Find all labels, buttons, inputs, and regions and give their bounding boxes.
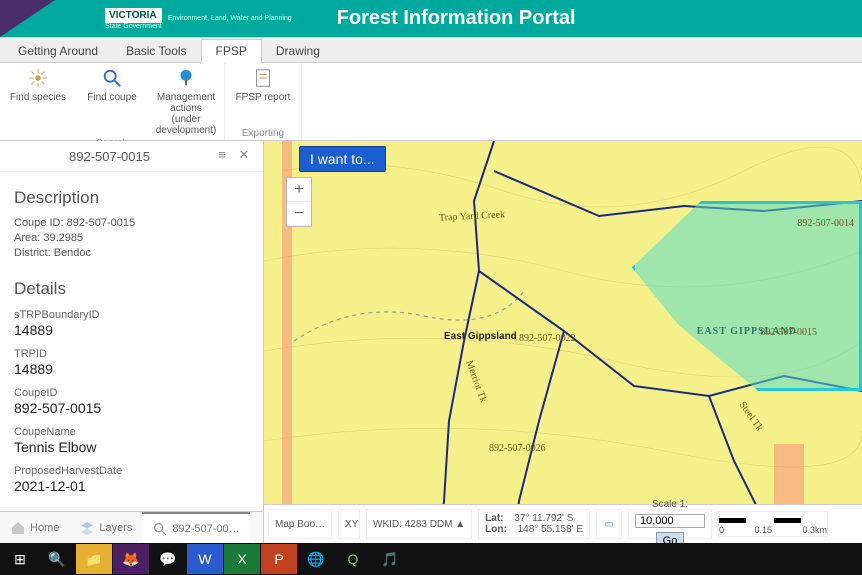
i-want-to-button[interactable]: I want to...	[299, 146, 386, 172]
content-area: 892-507-0015 ≡ ✕ Description Coupe ID: 8…	[0, 141, 862, 543]
search-button[interactable]: 🔍	[39, 544, 75, 574]
mapbook-button[interactable]: Map Boo…	[268, 509, 332, 539]
field-value: 14889	[14, 361, 249, 377]
field-value: 2021-12-01	[14, 478, 249, 494]
tab-basic-tools[interactable]: Basic Tools	[112, 40, 200, 62]
dept-name: Environment, Land, Water and Planning	[168, 15, 292, 23]
field-value: 892-507-0015	[14, 400, 249, 416]
desc-district: District: Bendoc	[14, 246, 249, 261]
find-coupe-button[interactable]: Find coupe	[82, 67, 142, 103]
coupe-label: 892-507-0022	[519, 333, 576, 344]
panel-title: 892-507-0015	[10, 149, 209, 164]
coupe-label: 892-507-0026	[489, 443, 546, 454]
ribbon-caption-exporting: Exporting	[242, 128, 284, 139]
field-value: 14889	[14, 322, 249, 338]
scale-input[interactable]	[635, 514, 705, 528]
bookmark-button[interactable]: ▭	[596, 509, 622, 539]
tab-fpsp[interactable]: FPSP	[201, 39, 262, 63]
field-value: Tennis Elbow	[14, 439, 249, 455]
find-species-label: Find species	[10, 92, 66, 103]
field-label: TRPID	[14, 348, 249, 360]
details-heading: Details	[14, 279, 249, 299]
management-actions-label: Management actions (under development)	[156, 92, 217, 136]
layers-icon	[79, 520, 95, 536]
firefox-button[interactable]: 🦊	[113, 544, 149, 574]
header-decor	[0, 0, 55, 37]
word-button[interactable]: W	[187, 544, 223, 574]
home-icon	[10, 520, 26, 536]
panel-bottom-tabs: Home Layers 892-507-00…	[0, 511, 263, 543]
victoria-wordmark: VICTORIA State Government	[105, 8, 162, 30]
start-button[interactable]: ⊞	[2, 544, 38, 574]
chat-button[interactable]: 💬	[150, 544, 186, 574]
panel-menu-button[interactable]: ≡	[213, 147, 231, 165]
magnifier-icon	[101, 67, 123, 89]
wkid-display[interactable]: WKID: 4283 DDM ▲	[366, 509, 472, 539]
excel-button[interactable]: X	[224, 544, 260, 574]
xy-button[interactable]: XY	[338, 509, 360, 539]
scale-go-button[interactable]: Go	[656, 532, 685, 544]
ribbon-group-search: Find species Find coupe Management actio…	[0, 63, 225, 140]
map-statusbar: Map Boo… XY WKID: 4283 DDM ▲ Lat: 37° 11…	[264, 504, 862, 543]
coupe-label: 892-507-0014	[797, 218, 854, 229]
tree-icon	[175, 67, 197, 89]
map-viewport[interactable]: ‹ Trap Yard Creek East Gippsland EAST GI…	[264, 141, 862, 543]
coords-display: Lat: 37° 11.792' S Lon: 148° 55.158' E	[478, 509, 590, 539]
find-coupe-label: Find coupe	[87, 92, 136, 103]
panel-close-button[interactable]: ✕	[235, 147, 253, 165]
app-button[interactable]: 🌐	[298, 544, 334, 574]
app-title: Forest Information Portal	[337, 7, 576, 30]
description-heading: Description	[14, 188, 249, 208]
species-icon	[27, 67, 49, 89]
ribbon-tabs: Getting Around Basic Tools FPSP Drawing	[0, 37, 862, 63]
ribbon-group-exporting: FPSP report Exporting	[225, 63, 302, 140]
desc-coupe-id: Coupe ID: 892-507-0015	[14, 216, 249, 231]
spotify-button[interactable]: 🎵	[372, 544, 408, 574]
field-label: sTRPBoundaryID	[14, 309, 249, 321]
scalebar: 00.150.3km	[718, 511, 828, 537]
scale-control: Scale 1: Go	[628, 509, 712, 539]
windows-taskbar: ⊞ 🔍 📁 🦊 💬 W X P 🌐 Q 🎵	[0, 543, 862, 575]
fpsp-report-label: FPSP report	[236, 92, 291, 103]
zoom-control: + −	[286, 177, 312, 227]
gov-logo: VICTORIA State Government Environment, L…	[105, 8, 292, 30]
panel-header: 892-507-0015 ≡ ✕	[0, 141, 263, 172]
field-label: CoupeName	[14, 426, 249, 438]
details-panel: 892-507-0015 ≡ ✕ Description Coupe ID: 8…	[0, 141, 264, 543]
zoom-in-button[interactable]: +	[287, 178, 311, 202]
panel-body[interactable]: Description Coupe ID: 892-507-0015 Area:…	[0, 172, 263, 511]
coupe-label: 892-507-0015	[760, 327, 817, 338]
fpsp-report-button[interactable]: FPSP report	[233, 67, 293, 103]
find-species-button[interactable]: Find species	[8, 67, 68, 103]
desc-area: Area: 39.2985	[14, 231, 249, 246]
report-icon	[252, 67, 274, 89]
qgis-button[interactable]: Q	[335, 544, 371, 574]
management-actions-button[interactable]: Management actions (under development)	[156, 67, 216, 136]
btab-layers[interactable]: Layers	[69, 512, 142, 544]
field-label: ProposedHarvestDate	[14, 465, 249, 477]
map-redband	[774, 444, 804, 504]
btab-result[interactable]: 892-507-00…	[142, 512, 249, 544]
tab-drawing[interactable]: Drawing	[262, 40, 334, 62]
region-label: East Gippsland	[444, 331, 517, 342]
explorer-button[interactable]: 📁	[76, 544, 112, 574]
powerpoint-button[interactable]: P	[261, 544, 297, 574]
ribbon: Find species Find coupe Management actio…	[0, 63, 862, 141]
tab-getting-around[interactable]: Getting Around	[4, 40, 112, 62]
btab-home[interactable]: Home	[0, 512, 69, 544]
app-header: VICTORIA State Government Environment, L…	[0, 0, 862, 37]
zoom-out-button[interactable]: −	[287, 202, 311, 226]
identify-icon	[152, 521, 168, 537]
field-label: CoupeID	[14, 387, 249, 399]
